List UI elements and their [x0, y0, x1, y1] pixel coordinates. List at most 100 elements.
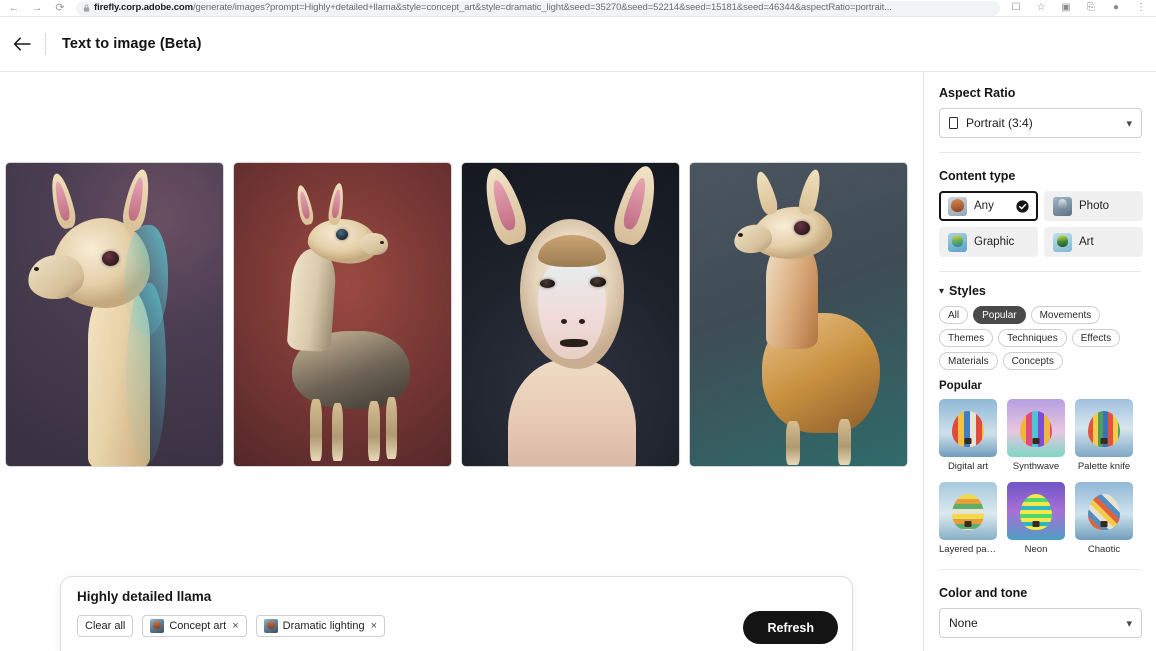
header-divider: [45, 33, 46, 55]
arrow-left-icon: [13, 37, 31, 51]
content-type-label: Graphic: [974, 236, 1015, 248]
llama-image-3: [462, 163, 679, 466]
prompt-bar: Highly detailed llama Clear all Concept …: [60, 576, 853, 651]
style-filter-popular[interactable]: Popular: [973, 306, 1026, 324]
styles-title: Styles: [949, 284, 986, 298]
synthwave-thumbnail-icon: [1007, 399, 1065, 457]
sidebar-divider: [939, 569, 1141, 570]
generated-image-grid: [5, 162, 908, 467]
style-filter-themes[interactable]: Themes: [939, 329, 994, 347]
style-label: Neon: [1024, 544, 1048, 555]
color-and-tone-dropdown[interactable]: None ▾: [939, 608, 1142, 638]
style-digital-art[interactable]: Digital art: [939, 399, 997, 472]
style-palette-knife[interactable]: Palette knife: [1075, 399, 1133, 472]
refresh-button[interactable]: Refresh: [743, 611, 838, 644]
aspect-ratio-title: Aspect Ratio: [939, 86, 1016, 100]
chip-label: Concept art: [169, 620, 227, 632]
check-circle-icon: [1016, 199, 1029, 213]
chevron-down-icon: ▾: [1126, 117, 1132, 130]
content-type-any[interactable]: Any: [939, 191, 1038, 221]
generated-image-card[interactable]: [689, 162, 908, 467]
portrait-rectangle-icon: [949, 117, 958, 129]
lock-icon: [83, 4, 90, 12]
photo-thumbnail-icon: [1053, 196, 1072, 216]
prompt-text[interactable]: Highly detailed llama: [77, 589, 838, 604]
dramatic-lighting-thumbnail-icon: [263, 619, 278, 633]
content-type-label: Art: [1079, 236, 1094, 248]
content-type-photo[interactable]: Photo: [1044, 191, 1143, 221]
llama-image-2: [234, 163, 451, 466]
content-type-graphic[interactable]: Graphic: [939, 227, 1038, 257]
style-filter-movements[interactable]: Movements: [1030, 306, 1101, 324]
share-icon[interactable]: ☐: [1006, 1, 1026, 16]
style-label: Palette knife: [1077, 461, 1131, 472]
style-neon[interactable]: Neon: [1007, 482, 1065, 555]
forward-arrow-icon[interactable]: →: [27, 1, 47, 16]
content-type-title: Content type: [939, 169, 1016, 183]
graphic-thumbnail-icon: [948, 232, 967, 252]
overflow-menu-icon[interactable]: ⋮: [1131, 1, 1151, 16]
style-filter-concepts[interactable]: Concepts: [1002, 352, 1063, 370]
styles-section-header[interactable]: ▾ Styles: [939, 284, 1141, 298]
style-label: Digital art: [947, 461, 989, 472]
any-thumbnail-icon: [948, 196, 967, 216]
llama-image-4: [690, 163, 907, 466]
concept-art-thumbnail-icon: [150, 619, 165, 633]
color-and-tone-title: Color and tone: [939, 586, 1028, 600]
generated-image-card[interactable]: [233, 162, 452, 467]
chaotic-thumbnail-icon: [1075, 482, 1133, 540]
sidebar-divider: [939, 152, 1141, 153]
prompt-chip-concept-art[interactable]: Concept art ×: [142, 615, 247, 637]
aspect-ratio-value: Portrait (3:4): [966, 116, 1033, 130]
neon-thumbnail-icon: [1007, 482, 1065, 540]
sidebar-divider: [939, 271, 1141, 272]
url-text: firefly.corp.adobe.com/generate/images?p…: [94, 2, 892, 13]
bookmark-star-icon[interactable]: ☆: [1031, 1, 1051, 16]
style-layered-paper[interactable]: Layered paper: [939, 482, 997, 555]
aspect-ratio-dropdown[interactable]: Portrait (3:4) ▾: [939, 108, 1142, 138]
style-filter-materials[interactable]: Materials: [939, 352, 998, 370]
style-synthwave[interactable]: Synthwave: [1007, 399, 1065, 472]
content-type-grid: Any Photo Graphic Art: [939, 191, 1143, 257]
url-path: /generate/images?prompt=Highly+detailed+…: [192, 1, 892, 13]
style-filter-chips: All Popular Movements Themes Techniques …: [939, 306, 1141, 370]
chevron-down-icon: ▾: [1126, 617, 1132, 630]
app-header: Text to image (Beta): [0, 17, 1156, 72]
settings-sidebar: Aspect Ratio Portrait (3:4) ▾ Content ty…: [923, 72, 1156, 651]
page-title: Text to image (Beta): [62, 36, 202, 52]
generated-image-card[interactable]: [461, 162, 680, 467]
style-label: Synthwave: [1012, 461, 1060, 472]
generated-image-card[interactable]: [5, 162, 224, 467]
prompt-chip-row: Clear all Concept art × Dramatic lightin…: [77, 615, 838, 637]
content-type-art[interactable]: Art: [1044, 227, 1143, 257]
extensions-icon[interactable]: ▣: [1056, 1, 1076, 16]
remove-chip-icon[interactable]: ×: [371, 620, 377, 632]
browser-nav-buttons: ← → ⟳: [0, 1, 70, 16]
content-type-label: Photo: [1079, 200, 1110, 212]
back-arrow-icon[interactable]: ←: [4, 1, 24, 16]
layered-paper-thumbnail-icon: [939, 482, 997, 540]
reload-icon[interactable]: ⟳: [50, 1, 70, 16]
popular-styles-title: Popular: [939, 380, 982, 392]
style-filter-techniques[interactable]: Techniques: [998, 329, 1067, 347]
style-thumbnail-grid: Digital art Synthwave Palette knife Laye…: [939, 399, 1141, 555]
downloads-icon[interactable]: ⎘: [1081, 1, 1101, 16]
style-filter-effects[interactable]: Effects: [1071, 329, 1121, 347]
style-filter-all[interactable]: All: [939, 306, 969, 324]
browser-toolbar: ← → ⟳ firefly.corp.adobe.com/generate/im…: [0, 0, 1156, 17]
browser-toolbar-actions: ☐ ☆ ▣ ⎘ ● ⋮: [1006, 1, 1156, 16]
digital-art-thumbnail-icon: [939, 399, 997, 457]
address-bar[interactable]: firefly.corp.adobe.com/generate/images?p…: [76, 0, 1000, 16]
style-label: Layered paper: [939, 544, 997, 555]
url-domain: firefly.corp.adobe.com: [94, 1, 193, 13]
prompt-chip-dramatic-lighting[interactable]: Dramatic lighting ×: [255, 615, 386, 637]
app-back-button[interactable]: [5, 27, 39, 61]
style-chaotic[interactable]: Chaotic: [1075, 482, 1133, 555]
color-and-tone-value: None: [949, 616, 978, 630]
palette-knife-thumbnail-icon: [1075, 399, 1133, 457]
clear-all-button[interactable]: Clear all: [77, 615, 134, 637]
chip-label: Dramatic lighting: [282, 620, 365, 632]
remove-chip-icon[interactable]: ×: [232, 620, 238, 632]
profile-icon[interactable]: ●: [1106, 1, 1126, 16]
chevron-down-icon: ▾: [939, 285, 945, 297]
